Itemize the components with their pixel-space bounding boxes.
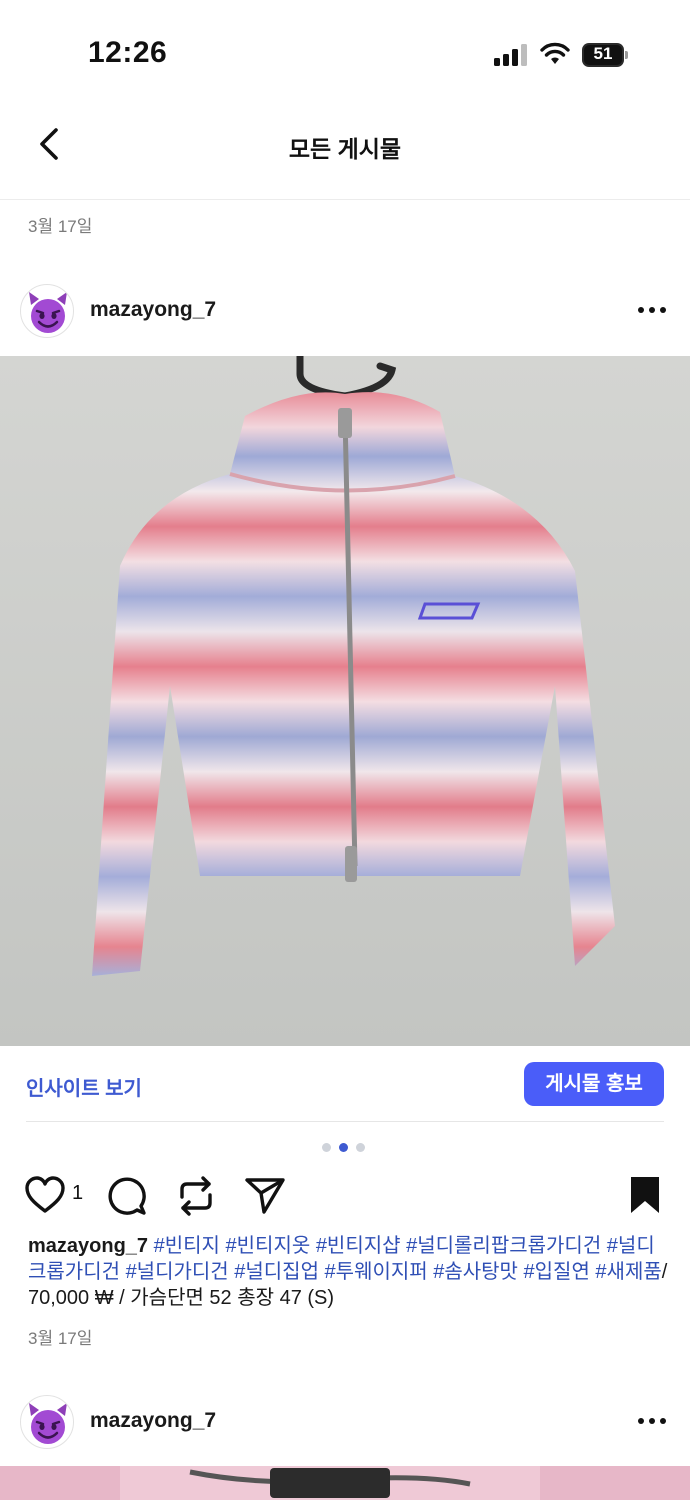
carousel-dot-active xyxy=(339,1143,348,1152)
wifi-icon xyxy=(540,42,570,64)
next-post-photo-preview xyxy=(0,1466,690,1500)
divider xyxy=(26,1121,664,1122)
cardigan-photo xyxy=(0,356,690,1046)
hashtag[interactable]: #솜사탕맛 xyxy=(433,1261,518,1283)
status-time: 12:26 xyxy=(88,36,168,69)
insights-row: 인사이트 보기 게시물 홍보 xyxy=(0,1046,690,1122)
post-date: 3월 17일 xyxy=(28,1329,93,1348)
hashtag[interactable]: #널디롤리팝크롭가디건 xyxy=(406,1235,601,1257)
battery-icon: 51 xyxy=(582,43,628,67)
smiling-devil-icon xyxy=(29,1403,67,1444)
hashtag[interactable]: #널디가디건 xyxy=(126,1261,229,1283)
avatar[interactable] xyxy=(20,284,74,338)
cellular-signal-icon xyxy=(494,44,527,66)
smiling-devil-icon xyxy=(29,292,67,333)
hashtag[interactable]: #널디집업 xyxy=(234,1261,319,1283)
share-send-icon[interactable] xyxy=(244,1175,286,1215)
hashtag[interactable]: #새제품 xyxy=(595,1261,661,1283)
carousel-dot xyxy=(356,1143,365,1152)
bookmark-icon[interactable] xyxy=(628,1175,662,1215)
post-caption: mazayong_7 #빈티지 #빈티지옷 #빈티지샵 #널디롤리팝크롭가디건 … xyxy=(28,1233,668,1311)
comment-icon[interactable] xyxy=(106,1175,148,1217)
feed-date-header: 3월 17일 xyxy=(28,217,93,236)
post-username[interactable]: mazayong_7 xyxy=(90,298,216,322)
like-count[interactable]: 1 xyxy=(72,1182,83,1205)
hashtag[interactable]: #빈티지옷 xyxy=(226,1235,311,1257)
carousel-indicator xyxy=(322,1143,372,1153)
promote-post-button[interactable]: 게시물 홍보 xyxy=(524,1062,664,1106)
repost-icon[interactable] xyxy=(176,1175,216,1217)
view-insights-link[interactable]: 인사이트 보기 xyxy=(26,1072,142,1101)
caption-username[interactable]: mazayong_7 xyxy=(28,1235,148,1257)
hashtag[interactable]: #빈티지샵 xyxy=(316,1235,401,1257)
page-title: 모든 게시물 xyxy=(288,136,402,162)
next-post-photo[interactable] xyxy=(0,1466,690,1500)
heart-icon[interactable] xyxy=(24,1176,66,1214)
status-bar: 12:26 51 xyxy=(0,0,690,100)
carousel-dot xyxy=(322,1143,331,1152)
more-options-icon[interactable] xyxy=(636,1415,668,1427)
nav-bar: 모든 게시물 xyxy=(0,100,690,200)
post-photo[interactable] xyxy=(0,356,690,1046)
next-post-header: mazayong_7 xyxy=(0,1383,690,1463)
avatar[interactable] xyxy=(20,1395,74,1449)
hashtag[interactable]: #입질연 xyxy=(524,1261,590,1283)
hashtag[interactable]: #투웨이지퍼 xyxy=(325,1261,428,1283)
hashtag[interactable]: #빈티지 xyxy=(154,1235,220,1257)
battery-level: 51 xyxy=(593,44,613,63)
post-username[interactable]: mazayong_7 xyxy=(90,1409,216,1433)
post-header: mazayong_7 xyxy=(0,272,690,352)
post-action-bar: 1 xyxy=(0,1170,690,1220)
more-options-icon[interactable] xyxy=(636,304,668,316)
